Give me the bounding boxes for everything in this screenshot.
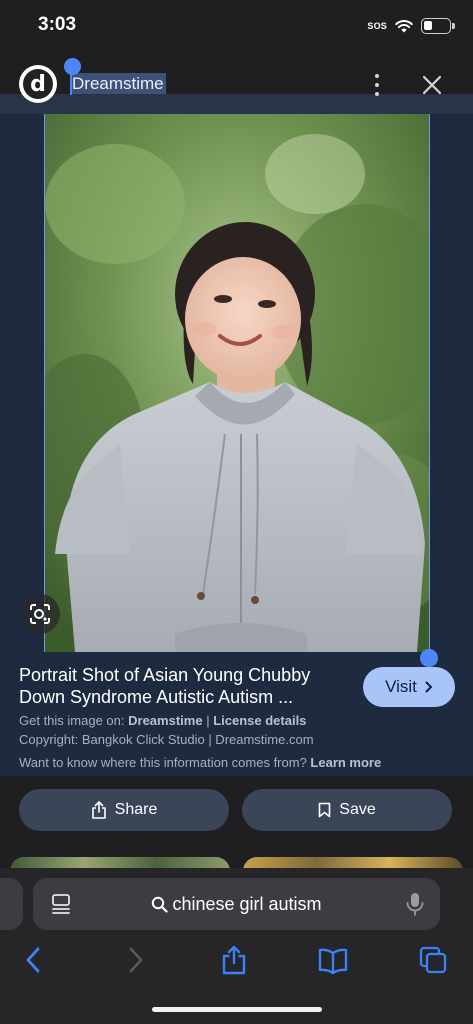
battery-icon	[421, 18, 455, 34]
page-menu-icon[interactable]	[50, 893, 72, 915]
license-details-link[interactable]: License details	[213, 713, 306, 728]
previous-tab-peek[interactable]	[0, 878, 23, 930]
separator: |	[206, 713, 210, 728]
learn-more-link[interactable]: Learn more	[310, 755, 381, 770]
close-icon[interactable]	[420, 73, 444, 97]
header-band	[0, 94, 473, 114]
lens-search-button[interactable]	[20, 594, 60, 634]
search-icon	[152, 896, 169, 913]
visit-button[interactable]: Visit	[363, 667, 455, 707]
microphone-icon[interactable]	[405, 892, 425, 916]
save-label: Save	[339, 801, 376, 818]
source-link[interactable]: Dreamstime	[128, 713, 202, 728]
back-icon[interactable]	[19, 945, 49, 975]
image-title[interactable]: Portrait Shot of Asian Young Chubby Down…	[19, 664, 349, 708]
forward-icon[interactable]	[120, 945, 150, 975]
dreamstime-logo[interactable]: d	[19, 65, 57, 103]
copyright-text: Copyright: Bangkok Click Studio | Dreams…	[19, 732, 314, 747]
selection-handle-start[interactable]	[64, 58, 81, 75]
share-page-icon[interactable]	[219, 945, 249, 975]
site-name-selected-text[interactable]: Dreamstime	[70, 73, 166, 94]
result-image[interactable]	[44, 114, 430, 652]
wifi-icon	[395, 20, 413, 33]
home-indicator[interactable]	[152, 1007, 322, 1012]
lens-icon	[30, 604, 50, 624]
share-label: Share	[114, 801, 158, 818]
portrait-photo	[45, 114, 429, 652]
bookmark-icon	[318, 802, 331, 818]
get-image-prefix: Get this image on:	[19, 713, 125, 728]
chevron-right-icon	[425, 681, 433, 693]
info-question: Want to know where this information come…	[19, 755, 307, 770]
bookmarks-icon[interactable]	[318, 945, 348, 975]
address-text: chinese girl autism	[172, 893, 322, 914]
info-source-line: Want to know where this information come…	[19, 755, 381, 770]
tabs-icon[interactable]	[418, 945, 448, 975]
address-bar[interactable]: chinese girl autism	[33, 878, 440, 930]
logo-letter: d	[23, 69, 53, 99]
sos-indicator: SOS	[367, 21, 387, 31]
visit-label: Visit	[385, 677, 417, 696]
status-indicators: SOS	[367, 18, 455, 34]
share-button[interactable]: Share	[19, 789, 229, 831]
more-options-icon[interactable]	[370, 74, 384, 96]
selection-handle-end[interactable]	[420, 649, 438, 667]
source-line: Get this image on: Dreamstime | License …	[19, 713, 306, 728]
save-button[interactable]: Save	[242, 789, 452, 831]
status-time: 3:03	[38, 14, 77, 35]
share-icon	[91, 801, 106, 819]
selection-caret	[70, 73, 72, 95]
